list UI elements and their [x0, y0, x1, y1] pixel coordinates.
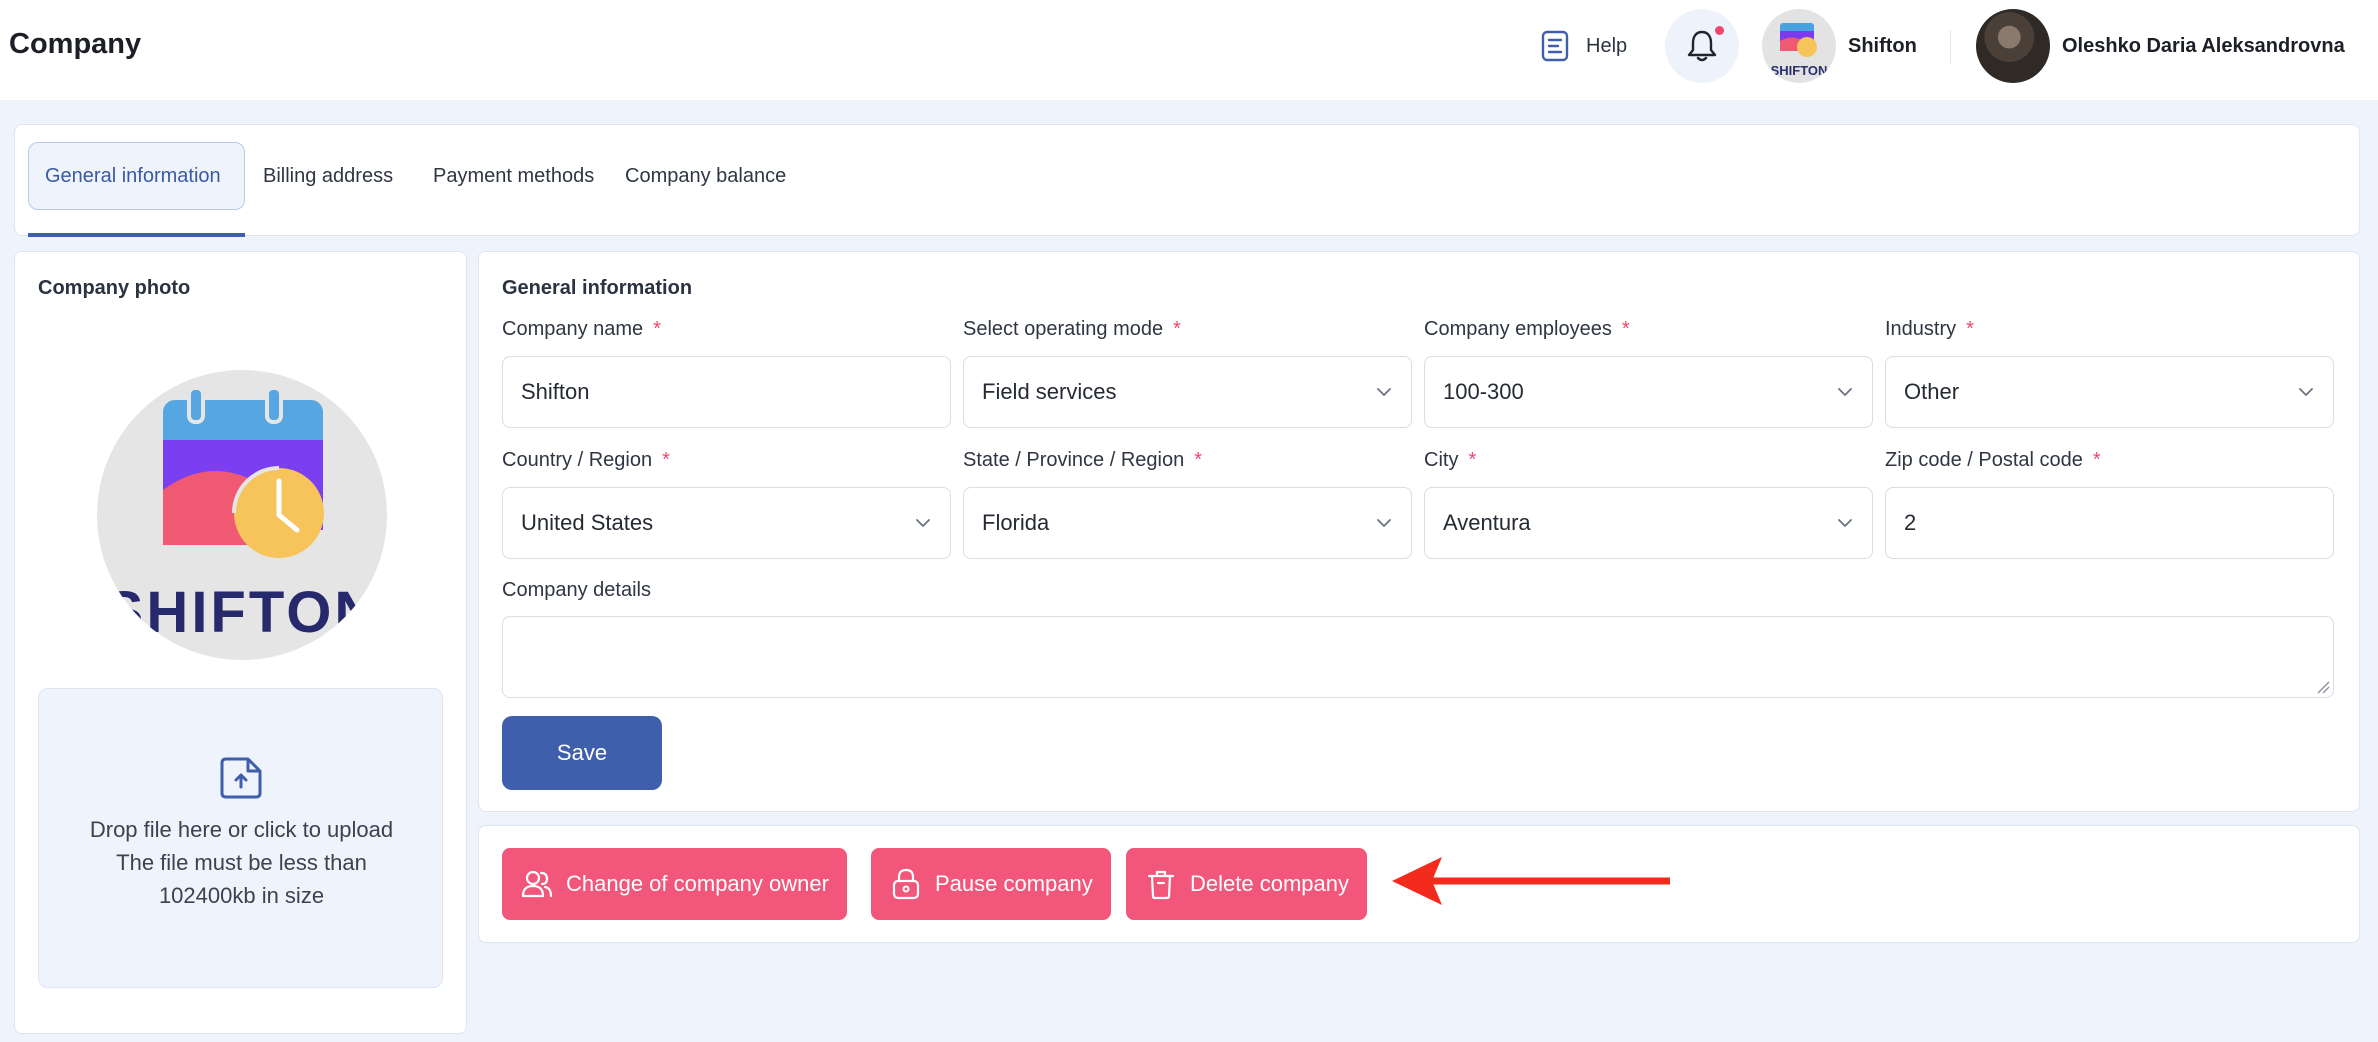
svg-text:SHIFTON: SHIFTON	[105, 580, 380, 645]
company-photo-title: Company photo	[38, 277, 191, 299]
svg-text:SHIFTON: SHIFTON	[1771, 63, 1828, 78]
active-tab-indicator	[28, 233, 245, 237]
help-book-icon	[1541, 30, 1569, 62]
city-select[interactable]: Aventura	[1424, 487, 1873, 559]
company-name-label: Company name *	[502, 318, 661, 340]
company-photo-card: Company photo SHIFTON Drop file here or …	[14, 251, 467, 1034]
chevron-down-icon	[1377, 388, 1391, 396]
upload-icon	[220, 757, 262, 799]
company-name-input[interactable]: Shifton	[502, 356, 951, 428]
company-avatar: SHIFTON	[1762, 9, 1836, 83]
notifications-button[interactable]	[1665, 9, 1739, 83]
company-employees-label: Company employees *	[1424, 318, 1630, 340]
operating-mode-label: Select operating mode *	[963, 318, 1181, 340]
company-name-label: Shifton	[1848, 34, 1917, 57]
help-label: Help	[1586, 34, 1628, 57]
city-label: City *	[1424, 449, 1477, 471]
upload-size-limit-line1: The file must be less than	[116, 850, 367, 875]
general-information-card: General information Company name * Select…	[478, 251, 2360, 812]
company-switcher[interactable]: SHIFTON Shifton	[1762, 8, 1917, 84]
lock-icon	[892, 868, 920, 900]
change-owner-button[interactable]: Change of company owner	[502, 848, 847, 920]
company-details-label: Company details	[502, 579, 651, 601]
chevron-down-icon	[2299, 388, 2313, 396]
company-details-textarea[interactable]	[502, 616, 2334, 698]
save-button[interactable]: Save	[502, 716, 662, 790]
page-title: Company	[9, 28, 142, 60]
tab-general-information[interactable]: General information	[28, 142, 245, 210]
user-name: Oleshko Daria Aleksandrovna	[2062, 34, 2345, 57]
pause-company-label: Pause company	[935, 871, 1093, 896]
industry-select[interactable]: Other	[1885, 356, 2334, 428]
resize-grip-icon[interactable]	[2316, 680, 2330, 694]
delete-company-label: Delete company	[1190, 871, 1349, 896]
country-region-select[interactable]: United States	[502, 487, 951, 559]
industry-label: Industry *	[1885, 318, 1974, 340]
chevron-down-icon	[1838, 388, 1852, 396]
chevron-down-icon	[916, 519, 930, 527]
user-avatar	[1976, 9, 2050, 83]
chevron-down-icon	[1838, 519, 1852, 527]
header-divider	[1950, 30, 1951, 64]
photo-upload-dropzone[interactable]: Drop file here or click to upload The fi…	[38, 688, 443, 988]
general-information-title: General information	[502, 277, 693, 299]
users-icon	[521, 870, 553, 898]
user-menu[interactable]: Oleshko Daria Aleksandrovna	[1976, 8, 2345, 84]
help-button[interactable]: Help	[1540, 28, 1627, 64]
state-province-label: State / Province / Region *	[963, 449, 1203, 471]
annotation-arrow-icon	[1392, 857, 1670, 905]
delete-company-button[interactable]: Delete company	[1126, 848, 1367, 920]
upload-instruction: Drop file here or click to upload	[89, 817, 394, 842]
upload-size-limit-line2: 102400kb in size	[158, 883, 325, 908]
tabs-bar: General information Billing address Paym…	[14, 124, 2360, 237]
top-header: Company Help SHIFTON Shifton Oleshko Dar…	[0, 0, 2378, 100]
tab-billing-address[interactable]: Billing address	[247, 142, 409, 210]
trash-icon	[1147, 870, 1175, 900]
chevron-down-icon	[1377, 519, 1391, 527]
company-employees-select[interactable]: 100-300	[1424, 356, 1873, 428]
tab-company-balance[interactable]: Company balance	[609, 142, 802, 210]
pause-company-button[interactable]: Pause company	[871, 848, 1111, 920]
country-region-label: Country / Region *	[502, 449, 670, 471]
tab-payment-methods[interactable]: Payment methods	[417, 142, 610, 210]
change-owner-label: Change of company owner	[566, 871, 829, 896]
zip-code-input[interactable]: 2	[1885, 487, 2334, 559]
operating-mode-select[interactable]: Field services	[963, 356, 1412, 428]
zip-code-label: Zip code / Postal code *	[1885, 449, 2101, 471]
state-province-select[interactable]: Florida	[963, 487, 1412, 559]
company-logo: SHIFTON	[97, 370, 387, 660]
notification-badge	[1713, 24, 1726, 37]
